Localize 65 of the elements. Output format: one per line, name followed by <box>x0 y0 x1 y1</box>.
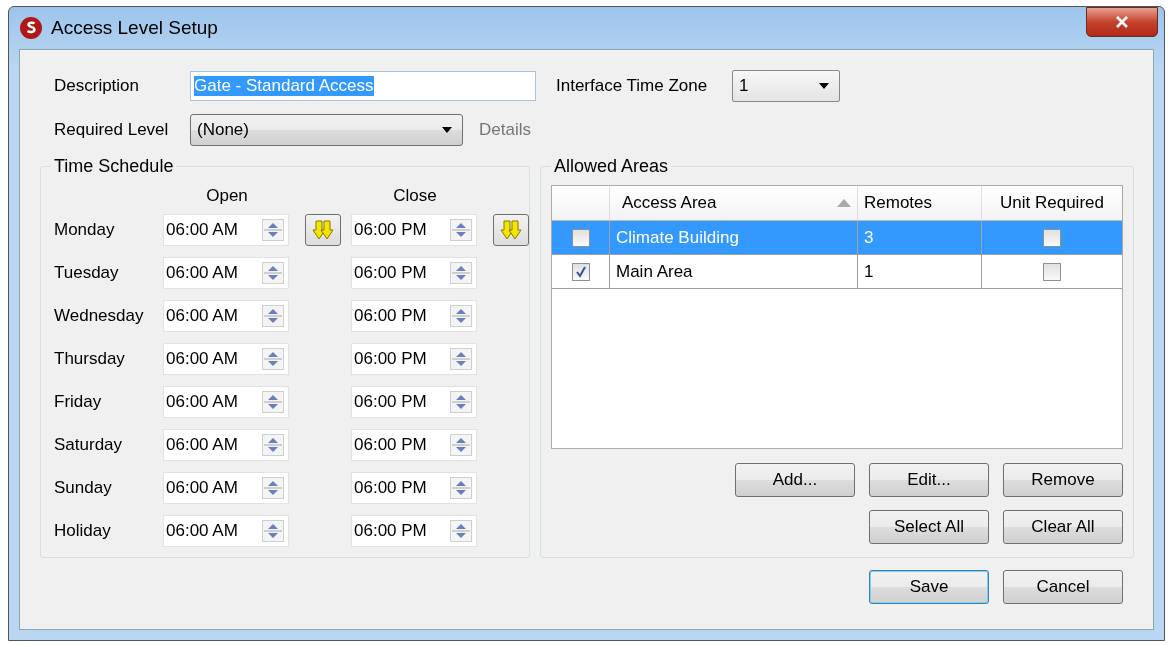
fill-down-button[interactable] <box>493 213 529 246</box>
day-label: Saturday <box>53 434 124 455</box>
time-spinner[interactable]: 06:00 AM <box>163 213 289 246</box>
table-cell: 3 <box>858 221 982 254</box>
time-spinner[interactable]: 06:00 PM <box>351 428 477 461</box>
action-button[interactable]: Remove <box>1003 463 1123 497</box>
details-link[interactable]: Details <box>479 120 531 140</box>
time-zone-label: Interface Time Zone <box>556 76 709 96</box>
column-header[interactable]: Remotes <box>858 186 982 220</box>
dropdown-caret-icon <box>442 127 452 133</box>
required-level-dropdown[interactable]: (None) <box>190 114 463 146</box>
fill-down-button[interactable] <box>305 213 341 246</box>
day-label: Sunday <box>53 477 113 498</box>
double-down-arrow-icon <box>500 218 522 241</box>
day-label: Tuesday <box>53 262 120 283</box>
time-spinner[interactable]: 06:00 PM <box>351 471 477 504</box>
column-heading: Open <box>205 186 249 207</box>
action-button[interactable]: Add... <box>735 463 855 497</box>
time-spinner[interactable]: 06:00 PM <box>351 342 477 375</box>
group-title: Time Schedule <box>53 156 175 177</box>
action-button[interactable]: Clear All <box>1003 510 1123 544</box>
day-label: Monday <box>53 219 116 240</box>
dialog-button[interactable]: Cancel <box>1003 570 1123 604</box>
close-button[interactable] <box>1086 7 1158 37</box>
time-spinner[interactable]: 06:00 AM <box>163 342 289 375</box>
dropdown-caret-icon <box>819 83 829 89</box>
double-down-arrow-icon <box>312 218 334 241</box>
time-spinner[interactable]: 06:00 AM <box>163 471 289 504</box>
column-heading: Close <box>392 186 438 207</box>
day-label: Holiday <box>53 520 112 541</box>
dialog-button[interactable]: Save <box>869 570 989 604</box>
action-button[interactable]: Select All <box>869 510 989 544</box>
column-header[interactable]: Unit Required <box>982 186 1122 220</box>
checkbox[interactable] <box>571 262 590 281</box>
time-spinner[interactable]: 06:00 AM <box>163 428 289 461</box>
time-zone-dropdown[interactable]: 1 <box>732 70 840 102</box>
table-cell: Climate Building <box>610 221 858 254</box>
time-spinner[interactable]: 06:00 PM <box>351 213 477 246</box>
description-value: Gate - Standard Access <box>194 76 374 96</box>
checkbox[interactable] <box>571 228 590 247</box>
time-spinner[interactable]: 06:00 AM <box>163 385 289 418</box>
column-header[interactable]: Access Area <box>610 186 858 220</box>
table-row[interactable]: Main Area 1 <box>552 255 1122 289</box>
time-spinner[interactable]: 06:00 AM <box>163 514 289 547</box>
time-spinner[interactable]: 06:00 AM <box>163 256 289 289</box>
sort-ascending-icon <box>837 199 851 207</box>
action-button[interactable]: Edit... <box>869 463 989 497</box>
day-label: Friday <box>53 391 103 412</box>
required-level-label: Required Level <box>53 120 170 140</box>
checkbox[interactable] <box>1043 228 1061 247</box>
time-spinner[interactable]: 06:00 PM <box>351 299 477 332</box>
group-title: Allowed Areas <box>553 156 670 177</box>
time-spinner[interactable]: 06:00 PM <box>351 256 477 289</box>
time-spinner[interactable]: 06:00 PM <box>351 514 477 547</box>
table-cell: 1 <box>858 255 982 288</box>
close-icon <box>1115 16 1129 28</box>
table-cell: Main Area <box>610 255 858 288</box>
window-title: Access Level Setup <box>51 17 218 39</box>
description-label: Description <box>53 76 141 96</box>
app-logo-icon <box>19 16 43 40</box>
day-label: Wednesday <box>53 305 145 326</box>
time-spinner[interactable]: 06:00 PM <box>351 385 477 418</box>
time-spinner[interactable]: 06:00 AM <box>163 299 289 332</box>
checkbox[interactable] <box>1043 262 1061 281</box>
day-label: Thursday <box>53 348 126 369</box>
